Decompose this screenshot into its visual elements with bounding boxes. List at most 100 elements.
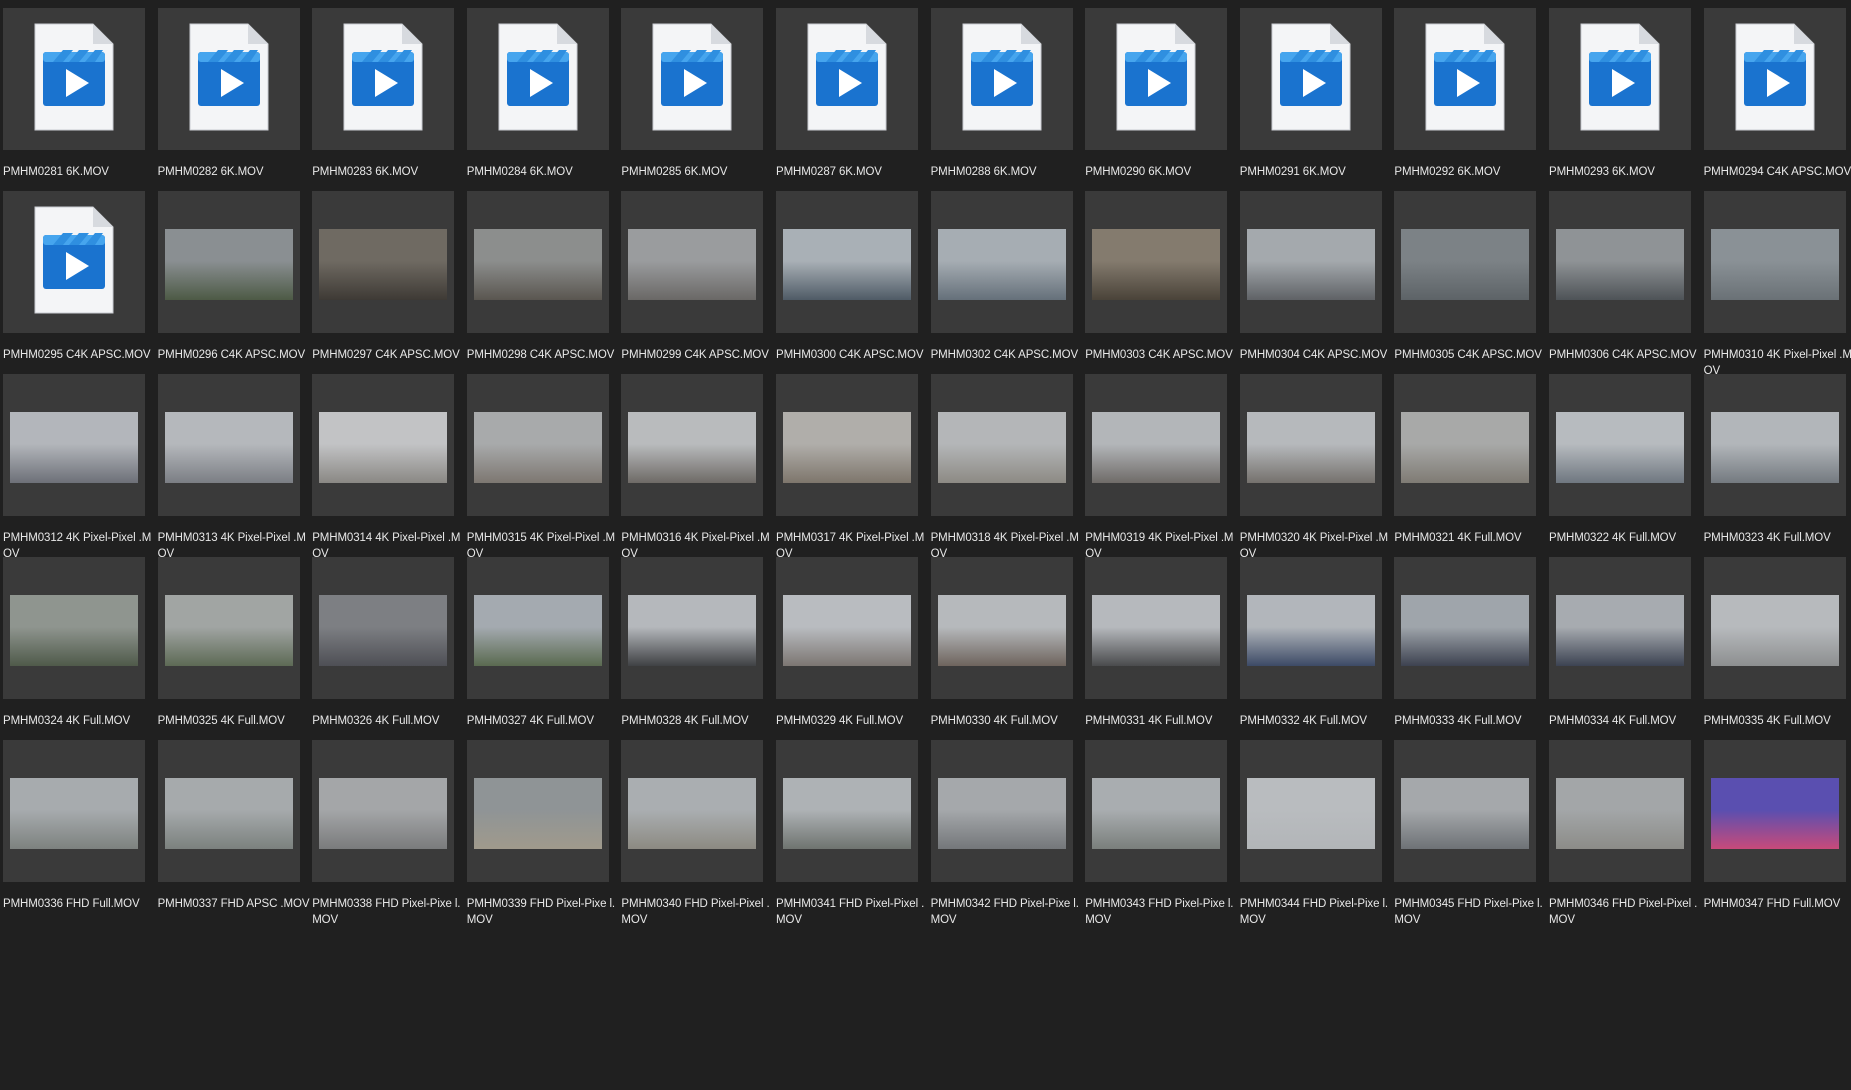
file-thumbnail[interactable]	[1703, 191, 1846, 333]
file-thumbnail[interactable]	[1703, 374, 1846, 516]
file-item[interactable]: PMHM0292 6K.MOV	[1391, 0, 1539, 208]
file-thumbnail[interactable]	[1394, 8, 1537, 150]
file-thumbnail[interactable]	[312, 374, 455, 516]
file-item[interactable]: PMHM0318 4K Pixel-Pixel .MOV	[928, 366, 1079, 574]
file-thumbnail[interactable]	[157, 8, 300, 150]
file-thumbnail[interactable]	[3, 191, 145, 333]
file-item[interactable]: PMHM0294 C4K APSC.MOV	[1701, 0, 1851, 208]
file-item[interactable]: PMHM0315 4K Pixel-Pixel .MOV	[464, 366, 615, 574]
file-thumbnail[interactable]	[621, 740, 764, 882]
file-thumbnail[interactable]	[1703, 557, 1846, 699]
file-item[interactable]: PMHM0302 C4K APSC.MOV	[928, 183, 1078, 391]
file-thumbnail[interactable]	[1085, 374, 1228, 516]
file-item[interactable]: PMHM0296 C4K APSC.MOV	[155, 183, 305, 391]
file-item[interactable]: PMHM0331 4K Full.MOV	[1082, 549, 1230, 757]
file-thumbnail[interactable]	[1549, 8, 1691, 150]
file-item[interactable]: PMHM0295 C4K APSC.MOV	[0, 183, 151, 391]
file-item[interactable]: PMHM0306 C4K APSC.MOV	[1546, 183, 1697, 391]
file-thumbnail[interactable]	[930, 740, 1073, 882]
file-item[interactable]: PMHM0323 4K Full.MOV	[1701, 366, 1849, 574]
file-item[interactable]: PMHM0338 FHD Pixel-Pixe l.MOV	[309, 732, 461, 940]
file-item[interactable]: PMHM0319 4K Pixel-Pixel .MOV	[1082, 366, 1234, 574]
file-thumbnail[interactable]	[1085, 191, 1228, 333]
file-thumbnail[interactable]	[776, 374, 918, 516]
file-thumbnail[interactable]	[312, 740, 455, 882]
file-item[interactable]: PMHM0321 4K Full.MOV	[1391, 366, 1539, 574]
file-item[interactable]: PMHM0347 FHD Full.MOV	[1701, 732, 1849, 940]
file-thumbnail[interactable]	[1549, 374, 1691, 516]
file-thumbnail[interactable]	[466, 8, 609, 150]
file-item[interactable]: PMHM0324 4K Full.MOV	[0, 549, 148, 757]
file-item[interactable]: PMHM0333 4K Full.MOV	[1391, 549, 1539, 757]
file-thumbnail[interactable]	[930, 557, 1073, 699]
file-item[interactable]: PMHM0300 C4K APSC.MOV	[773, 183, 924, 391]
file-item[interactable]: PMHM0334 4K Full.MOV	[1546, 549, 1694, 757]
file-item[interactable]: PMHM0303 C4K APSC.MOV	[1082, 183, 1233, 391]
file-thumbnail[interactable]	[157, 374, 300, 516]
file-thumbnail[interactable]	[1549, 557, 1691, 699]
file-thumbnail[interactable]	[3, 740, 145, 882]
file-item[interactable]: PMHM0316 4K Pixel-Pixel .MOV	[618, 366, 770, 574]
file-item[interactable]: PMHM0341 FHD Pixel-Pixel .MOV	[773, 732, 924, 940]
file-thumbnail[interactable]	[930, 374, 1073, 516]
file-thumbnail[interactable]	[312, 557, 455, 699]
file-thumbnail[interactable]	[466, 557, 609, 699]
file-thumbnail[interactable]	[466, 374, 609, 516]
file-thumbnail[interactable]	[776, 740, 918, 882]
file-thumbnail[interactable]	[1549, 740, 1691, 882]
file-item[interactable]: PMHM0345 FHD Pixel-Pixe l.MOV	[1391, 732, 1543, 940]
file-thumbnail[interactable]	[312, 191, 455, 333]
file-item[interactable]: PMHM0343 FHD Pixel-Pixe l.MOV	[1082, 732, 1234, 940]
file-thumbnail[interactable]	[1703, 740, 1846, 882]
file-item[interactable]: PMHM0320 4K Pixel-Pixel .MOV	[1237, 366, 1388, 574]
file-item[interactable]: PMHM0339 FHD Pixel-Pixe l.MOV	[464, 732, 615, 940]
file-thumbnail[interactable]	[1239, 557, 1382, 699]
file-thumbnail[interactable]	[776, 557, 918, 699]
file-item[interactable]: PMHM0330 4K Full.MOV	[928, 549, 1076, 757]
file-thumbnail[interactable]	[1085, 740, 1228, 882]
file-thumbnail[interactable]	[621, 557, 764, 699]
file-thumbnail[interactable]	[1239, 8, 1382, 150]
file-item[interactable]: PMHM0288 6K.MOV	[928, 0, 1076, 208]
file-thumbnail[interactable]	[1394, 740, 1537, 882]
file-thumbnail[interactable]	[3, 557, 145, 699]
file-item[interactable]: PMHM0287 6K.MOV	[773, 0, 921, 208]
file-thumbnail[interactable]	[1085, 8, 1228, 150]
file-thumbnail[interactable]	[157, 191, 300, 333]
file-thumbnail[interactable]	[621, 374, 764, 516]
file-thumbnail[interactable]	[157, 740, 300, 882]
file-thumbnail[interactable]	[1549, 191, 1691, 333]
file-item[interactable]: PMHM0342 FHD Pixel-Pixe l.MOV	[928, 732, 1079, 940]
file-thumbnail[interactable]	[312, 8, 455, 150]
file-thumbnail[interactable]	[930, 191, 1073, 333]
file-thumbnail[interactable]	[776, 191, 918, 333]
file-item[interactable]: PMHM0312 4K Pixel-Pixel .MOV	[0, 366, 151, 574]
file-item[interactable]: PMHM0297 C4K APSC.MOV	[309, 183, 460, 391]
file-item[interactable]: PMHM0337 FHD APSC .MOV	[155, 732, 310, 940]
file-item[interactable]: PMHM0284 6K.MOV	[464, 0, 612, 208]
file-item[interactable]: PMHM0340 FHD Pixel-Pixel .MOV	[618, 732, 770, 940]
file-thumbnail[interactable]	[1085, 557, 1228, 699]
file-item[interactable]: PMHM0328 4K Full.MOV	[618, 549, 766, 757]
file-item[interactable]: PMHM0305 C4K APSC.MOV	[1391, 183, 1542, 391]
file-item[interactable]: PMHM0281 6K.MOV	[0, 0, 148, 208]
file-item[interactable]: PMHM0290 6K.MOV	[1082, 0, 1230, 208]
file-thumbnail[interactable]	[1703, 8, 1846, 150]
file-thumbnail[interactable]	[3, 374, 145, 516]
file-item[interactable]: PMHM0298 C4K APSC.MOV	[464, 183, 614, 391]
file-item[interactable]: PMHM0282 6K.MOV	[155, 0, 303, 208]
file-item[interactable]: PMHM0291 6K.MOV	[1237, 0, 1385, 208]
file-item[interactable]: PMHM0293 6K.MOV	[1546, 0, 1694, 208]
file-thumbnail[interactable]	[1239, 374, 1382, 516]
file-thumbnail[interactable]	[621, 8, 764, 150]
file-thumbnail[interactable]	[1394, 374, 1537, 516]
file-item[interactable]: PMHM0310 4K Pixel-Pixel .MOV	[1701, 183, 1851, 391]
file-item[interactable]: PMHM0283 6K.MOV	[309, 0, 457, 208]
file-thumbnail[interactable]	[1239, 740, 1382, 882]
file-item[interactable]: PMHM0313 4K Pixel-Pixel .MOV	[155, 366, 306, 574]
file-thumbnail[interactable]	[466, 740, 609, 882]
file-item[interactable]: PMHM0335 4K Full.MOV	[1701, 549, 1849, 757]
file-item[interactable]: PMHM0329 4K Full.MOV	[773, 549, 921, 757]
file-item[interactable]: PMHM0285 6K.MOV	[618, 0, 766, 208]
file-item[interactable]: PMHM0336 FHD Full.MOV	[0, 732, 148, 940]
